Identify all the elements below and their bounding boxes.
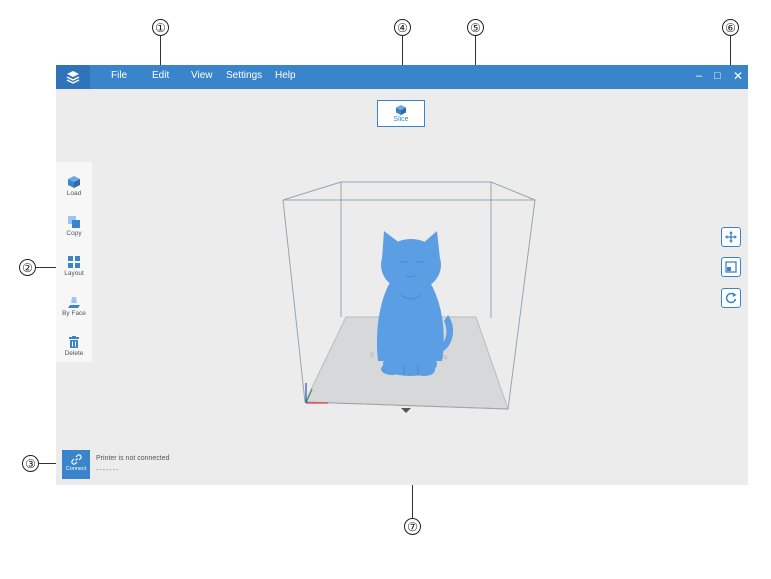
menu-edit[interactable]: Edit bbox=[152, 70, 169, 81]
connect-label: Connect bbox=[65, 466, 87, 472]
by-face-label: By Face bbox=[62, 310, 86, 317]
3d-viewport[interactable]: S PE bbox=[56, 65, 748, 485]
callout-6-label: ⑥ bbox=[725, 21, 736, 35]
callout-4: ④ bbox=[394, 19, 411, 36]
delete-icon bbox=[69, 336, 79, 348]
minimize-button[interactable]: – bbox=[696, 69, 702, 83]
callout-4-label: ④ bbox=[397, 21, 408, 35]
load-icon bbox=[68, 176, 80, 188]
menu-view[interactable]: View bbox=[191, 70, 213, 81]
cube-icon bbox=[396, 105, 406, 115]
layout-button[interactable]: Layout bbox=[56, 250, 92, 286]
callout-3-label: ③ bbox=[25, 457, 36, 471]
nozzle-marker bbox=[401, 408, 411, 413]
printer-status-detail: ------- bbox=[96, 467, 120, 474]
layers-logo-icon bbox=[66, 71, 80, 84]
menu-help[interactable]: Help bbox=[275, 70, 296, 81]
callout-5-label: ⑤ bbox=[470, 21, 481, 35]
load-button[interactable]: Load bbox=[56, 170, 92, 206]
callout-2-label: ② bbox=[22, 261, 33, 275]
callout-7: ⑦ bbox=[404, 518, 421, 535]
callout-7-label: ⑦ bbox=[407, 520, 418, 534]
copy-icon bbox=[68, 216, 80, 228]
app-window: S PE File Edit View Settings Help – □ ✕ … bbox=[56, 65, 748, 485]
callout-5: ⑤ bbox=[467, 19, 484, 36]
build-volume-edge-tl bbox=[282, 181, 342, 201]
rotate-button[interactable] bbox=[721, 288, 741, 308]
layout-icon bbox=[68, 256, 80, 268]
maximize-button[interactable]: □ bbox=[714, 69, 721, 83]
move-button[interactable] bbox=[721, 227, 741, 247]
build-volume-edge-tr bbox=[490, 181, 536, 201]
layout-label: Layout bbox=[64, 270, 84, 277]
menu-settings[interactable]: Settings bbox=[226, 70, 262, 81]
left-toolbar: Load Copy Layout By Face Delete bbox=[56, 162, 92, 362]
callout-6: ⑥ bbox=[722, 19, 739, 36]
rotate-icon bbox=[725, 292, 737, 304]
scale-button[interactable] bbox=[721, 257, 741, 277]
by-face-button[interactable]: By Face bbox=[56, 290, 92, 326]
scale-icon bbox=[725, 261, 737, 273]
move-icon bbox=[725, 231, 737, 243]
callout-3: ③ bbox=[22, 455, 39, 472]
link-icon bbox=[70, 454, 82, 465]
plate-mark: S bbox=[370, 353, 374, 359]
cat-model[interactable] bbox=[376, 231, 454, 376]
load-label: Load bbox=[66, 190, 82, 197]
slice-button[interactable]: Slice bbox=[377, 100, 425, 127]
copy-button[interactable]: Copy bbox=[56, 210, 92, 246]
app-logo bbox=[56, 65, 90, 89]
printer-status: Printer is not connected bbox=[96, 455, 170, 462]
connect-button[interactable]: Connect bbox=[62, 450, 90, 479]
close-button[interactable]: ✕ bbox=[733, 69, 743, 83]
by-face-icon bbox=[68, 297, 80, 308]
slice-label: Slice bbox=[393, 116, 409, 123]
delete-label: Delete bbox=[64, 350, 84, 357]
title-bar: File Edit View Settings Help – □ ✕ bbox=[56, 65, 748, 89]
callout-1-label: ① bbox=[155, 21, 166, 35]
callout-2: ② bbox=[19, 259, 36, 276]
copy-label: Copy bbox=[66, 230, 82, 237]
menu-file[interactable]: File bbox=[111, 70, 127, 81]
callout-1: ① bbox=[152, 19, 169, 36]
delete-button[interactable]: Delete bbox=[56, 330, 92, 366]
